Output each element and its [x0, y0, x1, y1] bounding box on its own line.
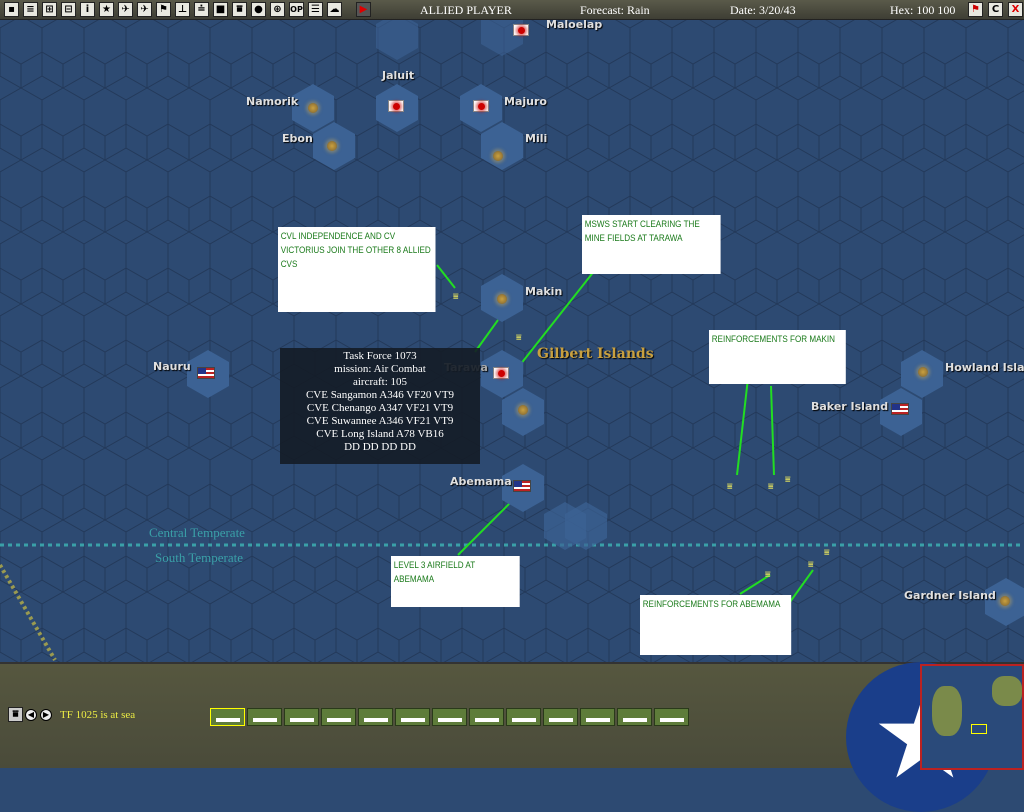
task-force-button[interactable]: ≐ — [194, 2, 209, 17]
ship-button[interactable] — [321, 708, 356, 726]
place-label: Gardner Island — [904, 589, 996, 602]
us-flag-icon[interactable] — [891, 403, 909, 415]
popup-line: CVE Long Island A78 VB16 — [316, 428, 444, 440]
flag-button[interactable]: ⚑ — [968, 2, 983, 17]
zone-label: South Temperate — [155, 550, 244, 565]
top-toolbar: ▪ ≡ ⊞ ⊟ i ★ ✈ ✈ ⚑ ⊥ ≐ ■ ⩸ ● ⊕ OP ☰ ☁ ▶ ALLIED PLAYER Forec… — [0, 0, 1024, 20]
save-button[interactable]: ▪ — [4, 2, 19, 17]
ship-button[interactable] — [543, 708, 578, 726]
jp-air-button[interactable]: ✈ — [118, 2, 133, 17]
minimap-viewport[interactable] — [971, 724, 987, 734]
star-button[interactable]: ★ — [99, 2, 114, 17]
popup-line: Task Force 1073 — [343, 350, 417, 362]
japan-flag-icon[interactable] — [513, 24, 529, 36]
info-button[interactable]: i — [80, 2, 95, 17]
zone-button[interactable]: ■ — [213, 2, 228, 17]
date-label: Date: 3/20/43 — [730, 3, 796, 17]
island-icon — [497, 294, 507, 304]
group-button[interactable]: ⊞ — [42, 2, 57, 17]
popup-line: CVE Sangamon A346 VF20 VT9 — [305, 389, 455, 401]
popup-line: mission: Air Combat — [334, 363, 426, 375]
convoy-button[interactable]: ⩸ — [232, 2, 247, 17]
ship-button[interactable]: ⊥ — [175, 2, 190, 17]
hex-label: Hex: 100 100 — [890, 3, 956, 17]
task-force-icon[interactable]: ⩸ — [768, 482, 773, 492]
place-label: Namorik — [246, 95, 299, 108]
place-label: Abemama — [450, 475, 512, 488]
ship-button[interactable] — [247, 708, 282, 726]
close-button[interactable]: X — [1008, 2, 1023, 17]
globe-button[interactable]: ● — [251, 2, 266, 17]
island-icon — [918, 367, 928, 377]
popup-line: CVE Chenango A347 VF21 VT9 — [306, 402, 454, 414]
popup-line: CVE Suwannee A346 VF21 VT9 — [306, 415, 454, 427]
map-note[interactable]: REINFORCEMENTS FOR MAKIN — [709, 330, 846, 384]
ship-button[interactable] — [358, 708, 393, 726]
forecast-label: Forecast: Rain — [580, 3, 650, 17]
japan-flag-icon[interactable] — [388, 100, 404, 112]
task-force-icon[interactable]: ⩸ — [516, 333, 521, 343]
weather-button[interactable]: ☁ — [327, 2, 342, 17]
task-force-icon[interactable]: ⩸ — [765, 570, 770, 580]
zone-label: Central Temperate — [149, 525, 245, 540]
place-label: Howland Island — [945, 361, 1024, 374]
target-button[interactable]: ⊕ — [270, 2, 285, 17]
island-icon — [1000, 596, 1010, 606]
place-label: Mili — [525, 132, 548, 145]
report-button[interactable]: ≡ — [23, 2, 38, 17]
allied-air-button[interactable]: ✈ — [137, 2, 152, 17]
status-text: TF 1025 is at sea — [60, 709, 136, 721]
place-label: Maloelap — [546, 20, 603, 31]
map-note[interactable]: REINFORCEMENTS FOR ABEMAMA — [640, 595, 792, 655]
place-label: Jaluit — [382, 69, 415, 82]
next-arrow-icon[interactable]: ▶ — [40, 709, 52, 721]
ship-button[interactable] — [506, 708, 541, 726]
japan-flag-icon[interactable] — [493, 367, 509, 379]
map-note[interactable]: CVL INDEPENDENCE AND CV VICTORIUS JOIN T… — [278, 227, 436, 312]
task-force-icon[interactable]: ⩸ — [824, 548, 829, 558]
op-button[interactable]: OP — [289, 2, 304, 17]
task-force-popup: Task Force 1073 mission: Air Combat aircra… — [280, 348, 480, 464]
ship-button[interactable] — [432, 708, 467, 726]
prev-arrow-icon[interactable]: ◀ — [25, 709, 37, 721]
place-label: Majuro — [504, 95, 547, 108]
task-force-icon[interactable]: ⩸ — [727, 482, 732, 492]
hex-map[interactable]: ⩸ ⩸ ⩸ ⩸ ⩸ ⩸ ⩸ ⩸ Maloelap Jaluit Namorik … — [0, 20, 1024, 662]
task-force-icon[interactable]: ⩸ — [808, 560, 813, 570]
map-note[interactable]: MSWs START CLEARING THE MINE FIELDS AT T… — [582, 215, 721, 274]
us-flag-icon[interactable] — [513, 480, 531, 492]
ship-button[interactable] — [210, 708, 245, 726]
bottom-panel: ⩸ ◀ ▶ TF 1025 is at sea ★ — [0, 662, 1024, 812]
ship-button[interactable] — [654, 708, 689, 726]
place-label: Nauru — [153, 360, 191, 373]
task-force-icon[interactable]: ⩸ — [8, 707, 23, 722]
base-button[interactable]: ⊟ — [61, 2, 76, 17]
ship-button[interactable] — [580, 708, 615, 726]
player-label: ALLIED PLAYER — [420, 3, 512, 17]
ship-button[interactable] — [395, 708, 430, 726]
ship-button[interactable] — [469, 708, 504, 726]
c-button[interactable]: C — [988, 2, 1003, 17]
region-label: Gilbert Islands — [537, 346, 654, 362]
map-note[interactable]: LEVEL 3 AIRFIELD AT ABEMAMA — [391, 556, 520, 607]
japan-flag-icon[interactable] — [473, 100, 489, 112]
ship-button[interactable] — [284, 708, 319, 726]
island-icon — [493, 151, 503, 161]
popup-line: DD DD DD DD — [344, 441, 416, 453]
island-icon — [518, 405, 528, 415]
us-flag-icon[interactable] — [197, 367, 215, 379]
ship-button[interactable] — [617, 708, 652, 726]
minimap[interactable] — [920, 664, 1024, 770]
end-turn-button[interactable]: ▶ — [356, 2, 371, 17]
list-button[interactable]: ☰ — [308, 2, 323, 17]
place-label: Baker Island — [811, 400, 889, 413]
island-icon — [327, 141, 337, 151]
place-label: Ebon — [282, 132, 313, 145]
flag-button[interactable]: ⚑ — [156, 2, 171, 17]
island-icon — [308, 103, 318, 113]
place-label: Makin — [525, 285, 563, 298]
task-force-icon[interactable]: ⩸ — [785, 475, 790, 485]
popup-line: aircraft: 105 — [352, 376, 408, 388]
task-force-icon[interactable]: ⩸ — [453, 292, 458, 302]
